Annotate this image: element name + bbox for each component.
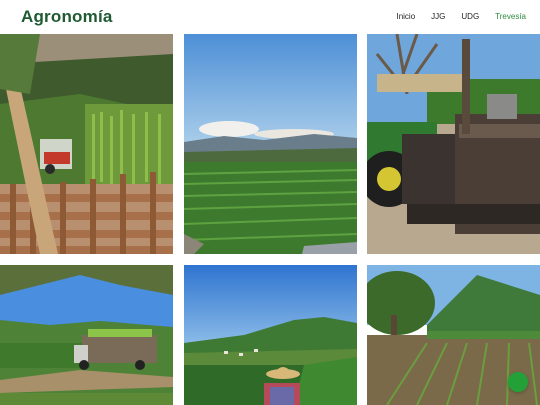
photo-crop-field-mountains[interactable] <box>184 34 357 254</box>
photo-tractor-closeup[interactable] <box>367 34 540 254</box>
nav-link-jjg[interactable]: JJG <box>431 12 445 21</box>
site-logo-title[interactable]: Agronomía <box>21 7 113 27</box>
main-nav: Inicio JJG UDG Trevesía <box>380 12 526 21</box>
photo-truck-on-dirt-road[interactable] <box>0 265 173 405</box>
nav-link-udg[interactable]: UDG <box>461 12 479 21</box>
nav-link-trevesia[interactable]: Trevesía <box>495 12 526 21</box>
photo-farmer-in-hat-valley[interactable] <box>184 265 357 405</box>
chat-bubble-icon[interactable] <box>508 372 528 392</box>
photo-corn-harvester-fence[interactable] <box>0 34 173 254</box>
site-header: Agronomía Inicio JJG UDG Trevesía <box>0 0 540 34</box>
nav-link-inicio[interactable]: Inicio <box>396 12 415 21</box>
